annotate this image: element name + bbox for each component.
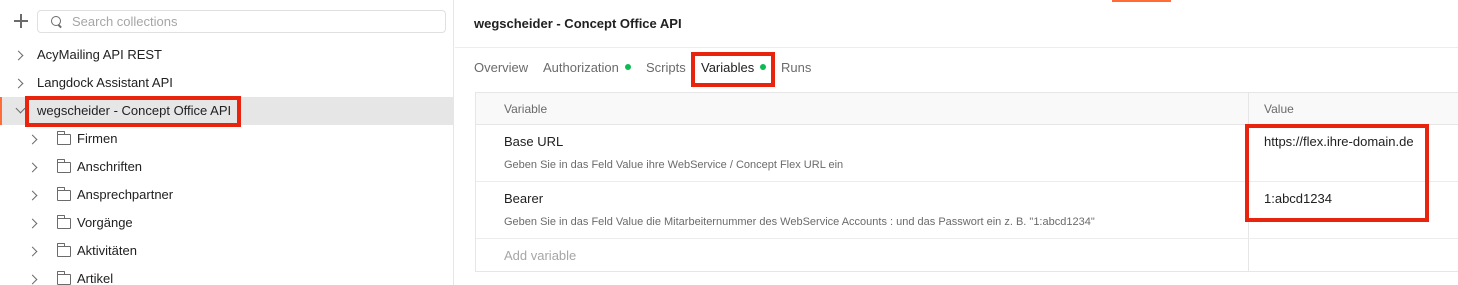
folder-icon (56, 215, 71, 229)
tab-label: Overview (474, 60, 529, 75)
tab-variables[interactable]: Variables (701, 60, 767, 75)
folder-item-firmen[interactable]: Firmen (0, 125, 453, 153)
column-header-variable: Variable (504, 102, 548, 116)
folder-label: Vorgänge (77, 215, 133, 230)
tab-label: Variables (701, 60, 755, 75)
tab-overview[interactable]: Overview (474, 60, 528, 75)
folder-label: Ansprechpartner (77, 187, 174, 202)
folder-label: Aktivitäten (77, 243, 137, 258)
chevron-right-icon[interactable] (27, 218, 38, 229)
variables-table: Variable Value Base URL Geben Sie in das… (475, 92, 1458, 272)
variable-name[interactable]: Bearer (504, 191, 543, 206)
variable-value[interactable]: 1:abcd1234 (1264, 191, 1332, 206)
add-variable-input[interactable]: Add variable (504, 248, 576, 263)
chevron-right-icon[interactable] (27, 274, 38, 285)
collection-editor: wegscheider - Concept Office API Overvie… (455, 0, 1458, 285)
folder-item-artikel[interactable]: Artikel (0, 265, 453, 285)
table-header: Variable Value (476, 93, 1458, 125)
folder-item-vorgaenge[interactable]: Vorgänge (0, 209, 453, 237)
table-row[interactable]: Base URL Geben Sie in das Feld Value ihr… (476, 125, 1458, 182)
folder-label: Firmen (77, 131, 118, 146)
collection-label: wegscheider - Concept Office API (37, 103, 232, 118)
tab-authorization[interactable]: Authorization (543, 60, 631, 75)
folder-label: Anschriften (77, 159, 143, 174)
collection-item-acymailing[interactable]: AcyMailing API REST (0, 41, 453, 69)
collection-label: Langdock Assistant API (37, 75, 173, 90)
tab-label: Authorization (543, 60, 619, 75)
status-dot (624, 64, 631, 70)
folder-icon (56, 159, 71, 173)
search-icon (51, 16, 63, 28)
folder-icon (56, 271, 71, 285)
folder-item-aktivitaeten[interactable]: Aktivitäten (0, 237, 453, 265)
folder-label: Artikel (77, 271, 114, 285)
chevron-right-icon[interactable] (13, 78, 24, 89)
variable-value[interactable]: https://flex.ihre-domain.de (1264, 134, 1414, 149)
folder-icon (56, 131, 71, 145)
column-header-value: Value (1264, 102, 1294, 116)
search-input[interactable] (72, 13, 432, 30)
chevron-right-icon[interactable] (27, 162, 38, 173)
variable-description[interactable]: Geben Sie in das Feld Value die Mitarbei… (504, 216, 1095, 228)
folder-icon (56, 243, 71, 257)
status-dot (760, 64, 767, 70)
variable-name[interactable]: Base URL (504, 134, 563, 149)
add-collection-button[interactable] (12, 12, 30, 30)
table-row[interactable]: Bearer Geben Sie in das Feld Value die M… (476, 182, 1458, 239)
sidebar-header (0, 0, 454, 40)
folder-item-ansprechpartner[interactable]: Ansprechpartner (0, 181, 453, 209)
collection-label: AcyMailing API REST (37, 47, 162, 62)
chevron-right-icon[interactable] (13, 50, 24, 61)
tab-runs[interactable]: Runs (781, 60, 811, 75)
page-title: wegscheider - Concept Office API (474, 16, 682, 31)
collection-item-wegscheider[interactable]: wegscheider - Concept Office API (0, 97, 453, 125)
chevron-down-icon[interactable] (15, 103, 26, 114)
tab-label: Scripts (646, 60, 686, 75)
folder-icon (56, 187, 71, 201)
chevron-right-icon[interactable] (27, 190, 38, 201)
tab-scripts[interactable]: Scripts (646, 60, 686, 75)
active-tab-accent (1112, 0, 1171, 2)
collections-sidebar: AcyMailing API REST Langdock Assistant A… (0, 0, 454, 285)
search-box[interactable] (37, 10, 446, 33)
variable-description[interactable]: Geben Sie in das Feld Value ihre WebServ… (504, 159, 843, 171)
chevron-right-icon[interactable] (27, 246, 38, 257)
header-divider (455, 47, 1458, 48)
collection-item-langdock[interactable]: Langdock Assistant API (0, 69, 453, 97)
chevron-right-icon[interactable] (27, 134, 38, 145)
folder-item-anschriften[interactable]: Anschriften (0, 153, 453, 181)
tab-label: Runs (781, 60, 812, 75)
